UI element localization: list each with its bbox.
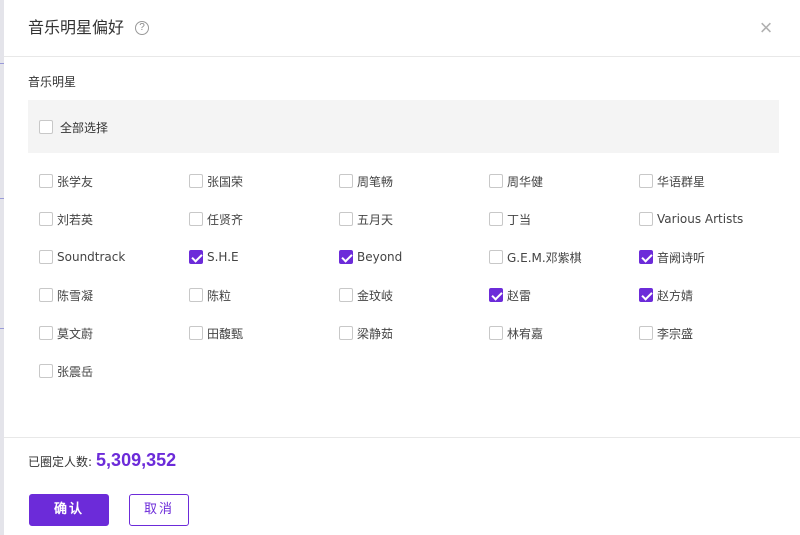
star-option[interactable]: 陈粒 xyxy=(189,285,231,305)
star-label[interactable]: 梁静茹 xyxy=(357,325,393,342)
star-checkbox[interactable] xyxy=(339,212,353,226)
star-label[interactable]: 赵方婧 xyxy=(657,287,693,304)
star-checkbox[interactable] xyxy=(189,288,203,302)
star-option[interactable]: Various Artists xyxy=(639,209,743,229)
star-label[interactable]: 周华健 xyxy=(507,173,543,190)
star-option[interactable]: Soundtrack xyxy=(39,247,125,267)
star-label[interactable]: G.E.M.邓紫棋 xyxy=(507,249,582,266)
star-checkbox[interactable] xyxy=(489,250,503,264)
star-label[interactable]: 金玟岐 xyxy=(357,287,393,304)
confirm-button[interactable]: 确认 xyxy=(29,494,109,526)
star-label[interactable]: 赵雷 xyxy=(507,287,531,304)
star-option[interactable]: G.E.M.邓紫棋 xyxy=(489,247,582,267)
star-checkbox[interactable] xyxy=(39,174,53,188)
audience-count: 已圈定人数: 5,309,352 xyxy=(28,450,176,474)
star-option[interactable]: Beyond xyxy=(339,247,402,267)
help-circle-icon[interactable]: ? xyxy=(135,21,149,35)
star-label[interactable]: Soundtrack xyxy=(57,250,125,264)
star-checkbox[interactable] xyxy=(339,326,353,340)
star-checkbox[interactable] xyxy=(339,250,353,264)
star-option[interactable]: 音阙诗听 xyxy=(639,247,705,267)
star-option[interactable]: 华语群星 xyxy=(639,171,705,191)
star-checkbox[interactable] xyxy=(339,288,353,302)
star-option[interactable]: 周华健 xyxy=(489,171,543,191)
star-option[interactable]: 五月天 xyxy=(339,209,393,229)
star-option[interactable]: 林宥嘉 xyxy=(489,323,543,343)
music-star-preference-dialog: 音乐明星偏好 ? × 音乐明星 全部选择 张学友 张国荣 周笔畅 周华健 华语群星刘若英… xyxy=(4,0,800,535)
count-value: 5,309,352 xyxy=(96,450,177,470)
close-icon[interactable]: × xyxy=(756,17,776,39)
star-checkbox[interactable] xyxy=(489,174,503,188)
star-label[interactable]: 丁当 xyxy=(507,211,531,228)
star-option[interactable]: 刘若英 xyxy=(39,209,93,229)
star-option[interactable]: 丁当 xyxy=(489,209,531,229)
select-all-label[interactable]: 全部选择 xyxy=(60,119,108,136)
star-option[interactable]: 张国荣 xyxy=(189,171,243,191)
star-option[interactable]: 陈雪凝 xyxy=(39,285,93,305)
star-option[interactable]: 莫文蔚 xyxy=(39,323,93,343)
star-label[interactable]: 陈雪凝 xyxy=(57,287,93,304)
star-label[interactable]: 张学友 xyxy=(57,173,93,190)
star-option[interactable]: 张学友 xyxy=(39,171,93,191)
star-checkbox[interactable] xyxy=(39,212,53,226)
star-option[interactable]: 金玟岐 xyxy=(339,285,393,305)
star-checkbox[interactable] xyxy=(189,174,203,188)
star-label[interactable]: 音阙诗听 xyxy=(657,249,705,266)
star-checkbox[interactable] xyxy=(639,250,653,264)
star-checkbox[interactable] xyxy=(639,326,653,340)
star-checkbox[interactable] xyxy=(39,326,53,340)
star-checkbox[interactable] xyxy=(489,288,503,302)
dialog-title: 音乐明星偏好 xyxy=(28,18,125,37)
star-option[interactable]: 周笔畅 xyxy=(339,171,393,191)
cancel-button[interactable]: 取消 xyxy=(129,494,189,526)
star-option[interactable]: 赵方婧 xyxy=(639,285,693,305)
star-option[interactable]: S.H.E xyxy=(189,247,239,267)
star-checkbox[interactable] xyxy=(39,364,53,378)
star-label[interactable]: Various Artists xyxy=(657,212,743,226)
star-option[interactable]: 赵雷 xyxy=(489,285,531,305)
star-label[interactable]: Beyond xyxy=(357,250,402,264)
star-label[interactable]: 张国荣 xyxy=(207,173,243,190)
star-option[interactable]: 张震岳 xyxy=(39,361,93,381)
star-option[interactable]: 梁静茹 xyxy=(339,323,393,343)
star-checkbox[interactable] xyxy=(489,326,503,340)
star-label[interactable]: 刘若英 xyxy=(57,211,93,228)
section-label: 音乐明星 xyxy=(28,75,77,89)
star-option[interactable]: 李宗盛 xyxy=(639,323,693,343)
star-checkbox[interactable] xyxy=(639,174,653,188)
star-checkbox[interactable] xyxy=(39,288,53,302)
star-checkbox[interactable] xyxy=(339,174,353,188)
star-label[interactable]: 周笔畅 xyxy=(357,173,393,190)
star-checkbox[interactable] xyxy=(189,250,203,264)
star-label[interactable]: 林宥嘉 xyxy=(507,325,543,342)
star-label[interactable]: 李宗盛 xyxy=(657,325,693,342)
star-label[interactable]: 张震岳 xyxy=(57,363,93,380)
star-label[interactable]: 华语群星 xyxy=(657,173,705,190)
select-all-row[interactable]: 全部选择 xyxy=(28,100,779,153)
star-checkbox[interactable] xyxy=(189,326,203,340)
star-checkbox[interactable] xyxy=(189,212,203,226)
count-label: 已圈定人数: xyxy=(28,455,93,469)
star-label[interactable]: S.H.E xyxy=(207,250,239,264)
star-checkbox[interactable] xyxy=(639,212,653,226)
star-label[interactable]: 任贤齐 xyxy=(207,211,243,228)
star-label[interactable]: 陈粒 xyxy=(207,287,231,304)
select-all-checkbox[interactable] xyxy=(39,120,53,134)
dialog-header: 音乐明星偏好 ? × xyxy=(4,0,800,57)
star-label[interactable]: 莫文蔚 xyxy=(57,325,93,342)
star-checkbox[interactable] xyxy=(489,212,503,226)
footer-divider xyxy=(4,437,800,438)
star-label[interactable]: 五月天 xyxy=(357,211,393,228)
star-checkbox[interactable] xyxy=(39,250,53,264)
star-label[interactable]: 田馥甄 xyxy=(207,325,243,342)
star-checkbox[interactable] xyxy=(639,288,653,302)
star-option[interactable]: 任贤齐 xyxy=(189,209,243,229)
star-option[interactable]: 田馥甄 xyxy=(189,323,243,343)
